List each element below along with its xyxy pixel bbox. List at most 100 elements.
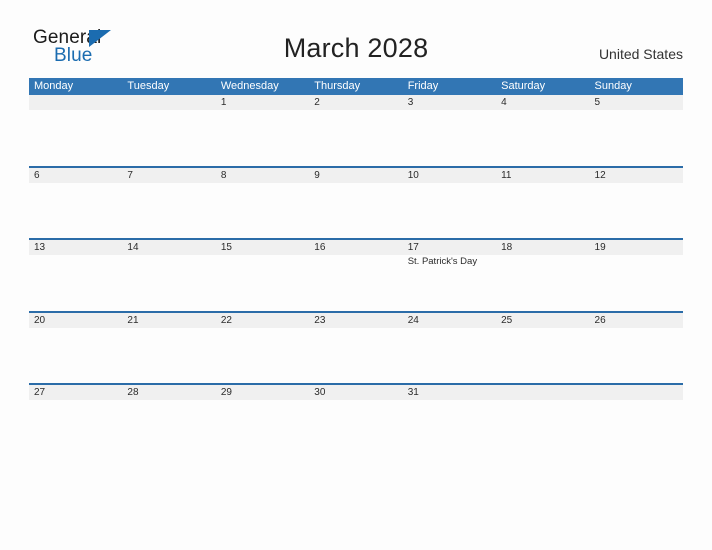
day-date-band <box>589 385 683 400</box>
day-date-band <box>589 95 683 110</box>
day-cell-empty <box>496 385 590 456</box>
day-date-band <box>29 95 123 110</box>
day-number: 29 <box>220 387 232 398</box>
day-number: 15 <box>220 242 232 253</box>
day-cell[interactable]: 19 <box>589 240 683 311</box>
day-cell[interactable]: 17 St. Patrick's Day <box>402 240 497 311</box>
weekday-header-sunday: Sunday <box>594 80 632 92</box>
week-cells: 27 28 29 30 31 <box>29 385 683 456</box>
day-number: 21 <box>127 314 139 326</box>
day-date-band <box>496 385 590 400</box>
weekday-header-friday: Friday <box>407 80 439 92</box>
day-date-band <box>122 167 216 183</box>
day-number: 16 <box>314 242 326 253</box>
week-cells: 6 7 8 9 10 11 12 <box>29 167 683 239</box>
day-number: 14 <box>127 242 139 253</box>
day-cell[interactable]: 16 <box>309 240 403 311</box>
day-cell[interactable]: 3 <box>402 95 497 166</box>
weekday-header-row: Monday Tuesday Wednesday Thursday Friday Satu… <box>29 78 683 95</box>
day-cell[interactable]: 28 <box>122 385 216 456</box>
day-cell-empty <box>29 95 123 166</box>
day-cell-empty <box>589 385 683 456</box>
day-cell[interactable]: 9 <box>309 167 403 239</box>
day-number: 25 <box>501 314 513 326</box>
calendar-week-row: 6 7 8 9 10 11 12 <box>29 165 683 239</box>
day-cell[interactable]: 30 <box>309 385 403 456</box>
day-cell-empty <box>122 95 216 166</box>
day-cell[interactable]: 21 <box>122 312 216 384</box>
day-cell[interactable]: 11 <box>496 167 590 239</box>
day-number: 27 <box>34 387 46 398</box>
day-number: 24 <box>407 314 419 326</box>
day-number: 22 <box>220 314 232 326</box>
day-number: 1 <box>220 97 227 108</box>
week-cells: 1 2 3 4 5 <box>29 95 683 166</box>
day-cell[interactable]: 14 <box>122 240 216 311</box>
day-date-band <box>122 95 216 110</box>
day-number: 18 <box>501 242 513 253</box>
holiday-label: St. Patrick's Day <box>407 256 478 267</box>
day-number: 3 <box>407 97 414 108</box>
calendar-week-row: 13 14 15 16 17 St. Patrick's Day 18 19 <box>29 238 683 311</box>
day-cell[interactable]: 8 <box>215 167 310 239</box>
day-cell[interactable]: 4 <box>496 95 590 166</box>
calendar-page: General Blue March 2028 United States Mo… <box>0 0 712 550</box>
calendar-week-row: 1 2 3 4 5 <box>29 95 683 166</box>
country-label: United States <box>598 46 683 62</box>
day-number: 9 <box>314 169 320 181</box>
day-number: 13 <box>34 242 46 253</box>
calendar-weeks: 1 2 3 4 5 6 7 8 9 10 11 12 13 14 15 16 17 St. Patrick's D… <box>29 95 683 456</box>
day-number: 20 <box>34 314 46 326</box>
day-number: 4 <box>501 97 507 108</box>
day-cell[interactable]: 29 <box>215 385 310 456</box>
day-number: 26 <box>594 314 606 326</box>
day-cell[interactable]: 26 <box>589 312 683 384</box>
day-cell[interactable]: 7 <box>122 167 216 239</box>
page-header: General Blue March 2028 United States <box>0 0 712 78</box>
day-events: St. Patrick's Day <box>408 256 493 268</box>
day-number: 6 <box>34 169 40 181</box>
day-number: 31 <box>407 387 419 398</box>
calendar-week-row: 27 28 29 30 31 <box>29 383 683 456</box>
day-number: 8 <box>220 169 227 181</box>
day-number: 5 <box>594 97 601 108</box>
day-date-band <box>496 95 590 110</box>
calendar-grid: Monday Tuesday Wednesday Thursday Friday Satu… <box>29 78 683 456</box>
day-number: 17 <box>407 242 419 253</box>
weekday-header-saturday: Saturday <box>501 80 546 92</box>
day-cell[interactable]: 15 <box>215 240 310 311</box>
day-date-band <box>215 95 310 110</box>
day-number: 30 <box>314 387 326 398</box>
day-cell[interactable]: 23 <box>309 312 403 384</box>
week-cells: 20 21 22 23 24 25 26 <box>29 312 683 384</box>
day-date-band <box>309 95 403 110</box>
day-cell[interactable]: 12 <box>589 167 683 239</box>
day-cell[interactable]: 6 <box>29 167 123 239</box>
day-number: 28 <box>127 387 139 398</box>
day-cell[interactable]: 10 <box>402 167 497 239</box>
day-cell[interactable]: 18 <box>496 240 590 311</box>
day-date-band <box>309 167 403 183</box>
day-cell[interactable]: 20 <box>29 312 123 384</box>
day-cell[interactable]: 24 <box>402 312 497 384</box>
day-date-band <box>215 167 310 183</box>
day-cell[interactable]: 25 <box>496 312 590 384</box>
week-cells: 13 14 15 16 17 St. Patrick's Day 18 19 <box>29 240 683 311</box>
day-cell[interactable]: 31 <box>402 385 497 456</box>
day-cell[interactable]: 27 <box>29 385 123 456</box>
day-cell[interactable]: 22 <box>215 312 310 384</box>
day-date-band <box>402 95 497 110</box>
weekday-header-wednesday: Wednesday <box>220 80 279 92</box>
day-number: 10 <box>407 169 419 181</box>
day-cell[interactable]: 13 <box>29 240 123 311</box>
day-cell[interactable]: 2 <box>309 95 403 166</box>
day-date-band <box>29 167 123 183</box>
day-number: 11 <box>501 169 512 181</box>
day-number: 19 <box>594 242 606 253</box>
weekday-header-thursday: Thursday <box>314 80 361 92</box>
day-number: 23 <box>314 314 326 326</box>
day-cell[interactable]: 5 <box>589 95 683 166</box>
day-number: 12 <box>594 169 606 181</box>
day-cell[interactable]: 1 <box>215 95 310 166</box>
weekday-header-monday: Monday <box>34 80 74 92</box>
